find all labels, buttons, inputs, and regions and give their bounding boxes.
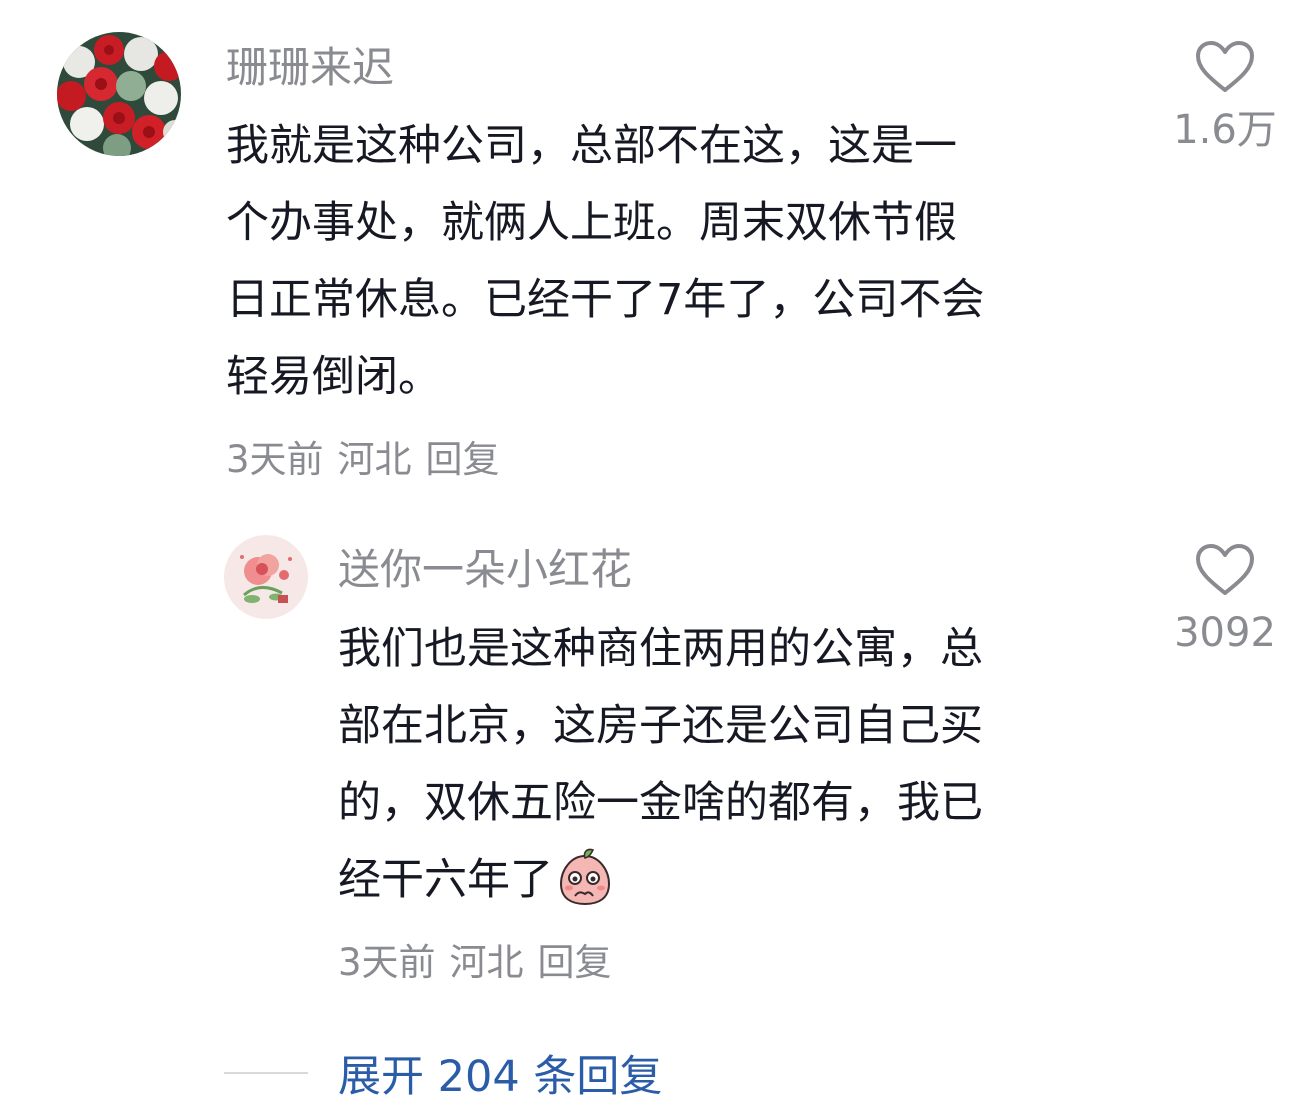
reply-button[interactable]: 回复	[426, 438, 500, 481]
comment-meta: 3天前 河北 回复	[338, 941, 626, 985]
user-avatar[interactable]	[57, 32, 181, 156]
comment-location: 河北	[337, 438, 412, 481]
comment-username[interactable]: 珊珊来迟	[226, 42, 394, 94]
shy-peach-emoji-icon	[559, 848, 611, 906]
comment-username[interactable]: 送你一朵小红花	[338, 544, 632, 596]
comment-text-line: 轻易倒闭。	[226, 352, 441, 402]
expand-replies[interactable]: 展开 204 条回复	[224, 1043, 662, 1103]
comment-text-line: 个办事处，就俩人上班。周末双休节假	[226, 198, 957, 248]
heart-icon[interactable]	[1195, 543, 1255, 597]
expand-replies-label[interactable]: 展开 204 条回复	[338, 1042, 662, 1104]
comment-time: 3天前	[338, 941, 436, 984]
divider	[224, 1072, 308, 1074]
comment-text-line: 我们也是这种商住两用的公寓，总	[338, 624, 983, 674]
like-count: 3092	[1174, 610, 1276, 656]
flower-illustration-avatar-icon	[224, 535, 308, 619]
comment-text: 我就是这种公司，总部不在这，这是一 个办事处，就俩人上班。周末双休节假 日正常休…	[226, 108, 984, 416]
like-widget: 1.6万	[1165, 40, 1285, 154]
reply-button[interactable]: 回复	[538, 941, 612, 984]
rose-bouquet-avatar-icon	[57, 32, 181, 156]
like-count: 1.6万	[1173, 107, 1277, 153]
user-avatar[interactable]	[224, 535, 308, 619]
comment-text-line: 我就是这种公司，总部不在这，这是一	[226, 121, 957, 171]
comment-text: 我们也是这种商住两用的公寓，总 部在北京，这房子还是公司自己买 的，双休五险一金…	[338, 611, 983, 919]
like-widget: 3092	[1165, 543, 1285, 657]
comment-location: 河北	[449, 941, 524, 984]
comment-text-line: 的，双休五险一金啥的都有，我已	[338, 778, 983, 828]
comment-text-line-text: 经干六年了	[338, 855, 553, 905]
comment-text-line: 日正常休息。已经干了7年了，公司不会	[226, 275, 985, 325]
heart-icon[interactable]	[1195, 40, 1255, 94]
comment-time: 3天前	[226, 438, 324, 481]
comment-text-line: 部在北京，这房子还是公司自己买	[338, 701, 983, 751]
comment-meta: 3天前 河北 回复	[226, 438, 514, 482]
comment-text-line: 经干六年了	[338, 842, 983, 919]
